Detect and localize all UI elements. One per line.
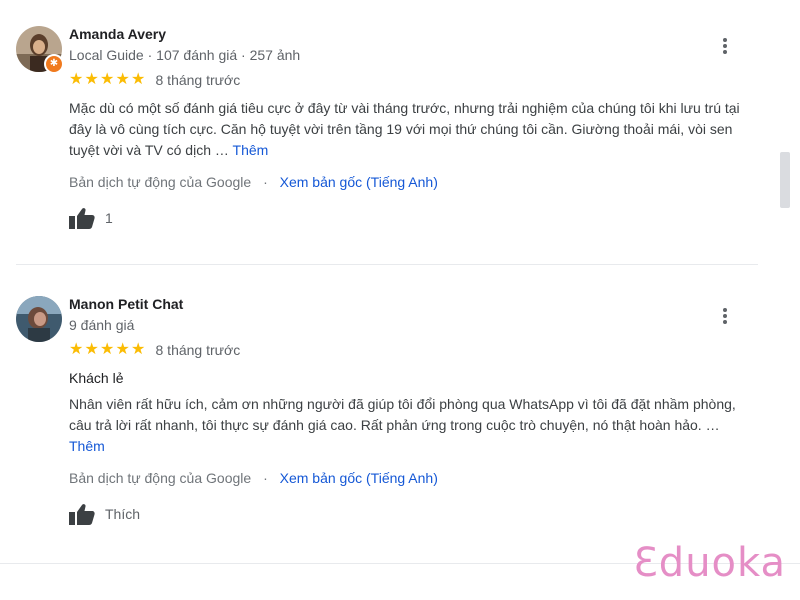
reviewer-stats: 9 đánh giá: [69, 317, 135, 333]
like-count: 1: [105, 210, 113, 226]
star-icon: ★: [115, 341, 130, 358]
translation-label: Bản dịch tự động của Google: [69, 470, 252, 486]
more-vert-icon[interactable]: [722, 38, 728, 56]
review-body: Manon Petit Chat 9 đánh giá ★ ★ ★ ★ ★ 8 …: [69, 294, 759, 527]
like-button[interactable]: 1: [69, 205, 759, 231]
avatar[interactable]: ✱: [16, 26, 64, 74]
separator-dot: ·: [263, 174, 268, 190]
star-rating: ★ ★ ★ ★ ★: [69, 72, 147, 88]
more-link[interactable]: Thêm: [69, 438, 105, 454]
translation-row: Bản dịch tự động của Google · Xem bản gố…: [69, 172, 759, 192]
review-text: Nhân viên rất hữu ích, cảm ơn những ngườ…: [69, 394, 759, 457]
separator-dot: ·: [263, 470, 268, 486]
translation-row: Bản dịch tự động của Google · Xem bản gố…: [69, 468, 759, 488]
see-original-link[interactable]: Xem bản gốc (Tiếng Anh): [280, 470, 438, 486]
review-body: Amanda Avery Local Guide · 107 đánh giá …: [69, 24, 759, 231]
local-guide-badge-icon: ✱: [44, 54, 64, 74]
more-link[interactable]: Thêm: [233, 142, 269, 158]
avatar[interactable]: [16, 296, 62, 342]
star-icon: ★: [69, 71, 84, 88]
more-vert-icon[interactable]: [722, 308, 728, 326]
like-label: Thích: [105, 506, 141, 522]
star-icon: ★: [100, 71, 115, 88]
thumb-up-icon: [69, 207, 95, 229]
star-icon: ★: [84, 341, 99, 358]
reviewer-name[interactable]: Amanda Avery: [69, 24, 759, 44]
rating-row: ★ ★ ★ ★ ★ 8 tháng trước: [69, 340, 759, 360]
reviewer-meta: 9 đánh giá: [69, 315, 759, 335]
divider: [16, 264, 758, 265]
reviewer-stats: · 107 đánh giá · 257 ảnh: [147, 47, 301, 63]
review-text: Mặc dù có một số đánh giá tiêu cực ở đây…: [69, 98, 759, 161]
star-icon: ★: [84, 71, 99, 88]
local-guide-label: Local Guide: [69, 47, 144, 63]
review-text-content: Nhân viên rất hữu ích, cảm ơn những ngườ…: [69, 396, 736, 433]
reviewer-name[interactable]: Manon Petit Chat: [69, 294, 759, 314]
star-icon: ★: [100, 341, 115, 358]
star-icon: ★: [131, 71, 146, 88]
rating-row: ★ ★ ★ ★ ★ 8 tháng trước: [69, 70, 759, 90]
watermark-logo: Ɛduoka: [633, 540, 786, 586]
star-icon: ★: [115, 71, 130, 88]
avatar-photo: [16, 296, 62, 342]
review-time: 8 tháng trước: [155, 342, 241, 358]
reviewer-meta: Local Guide · 107 đánh giá · 257 ảnh: [69, 45, 759, 65]
review-time: 8 tháng trước: [155, 72, 241, 88]
translation-label: Bản dịch tự động của Google: [69, 174, 252, 190]
thumb-up-icon: [69, 503, 95, 525]
review-text-content: Mặc dù có một số đánh giá tiêu cực ở đây…: [69, 100, 740, 158]
star-icon: ★: [131, 341, 146, 358]
trip-type: Khách lẻ: [69, 370, 124, 386]
see-original-link[interactable]: Xem bản gốc (Tiếng Anh): [280, 174, 438, 190]
like-button[interactable]: Thích: [69, 501, 759, 527]
reviews-page: ✱ Amanda Avery Local Guide · 107 đánh gi…: [0, 0, 800, 600]
star-icon: ★: [69, 341, 84, 358]
scrollbar-thumb[interactable]: [780, 152, 790, 208]
star-rating: ★ ★ ★ ★ ★: [69, 342, 147, 358]
